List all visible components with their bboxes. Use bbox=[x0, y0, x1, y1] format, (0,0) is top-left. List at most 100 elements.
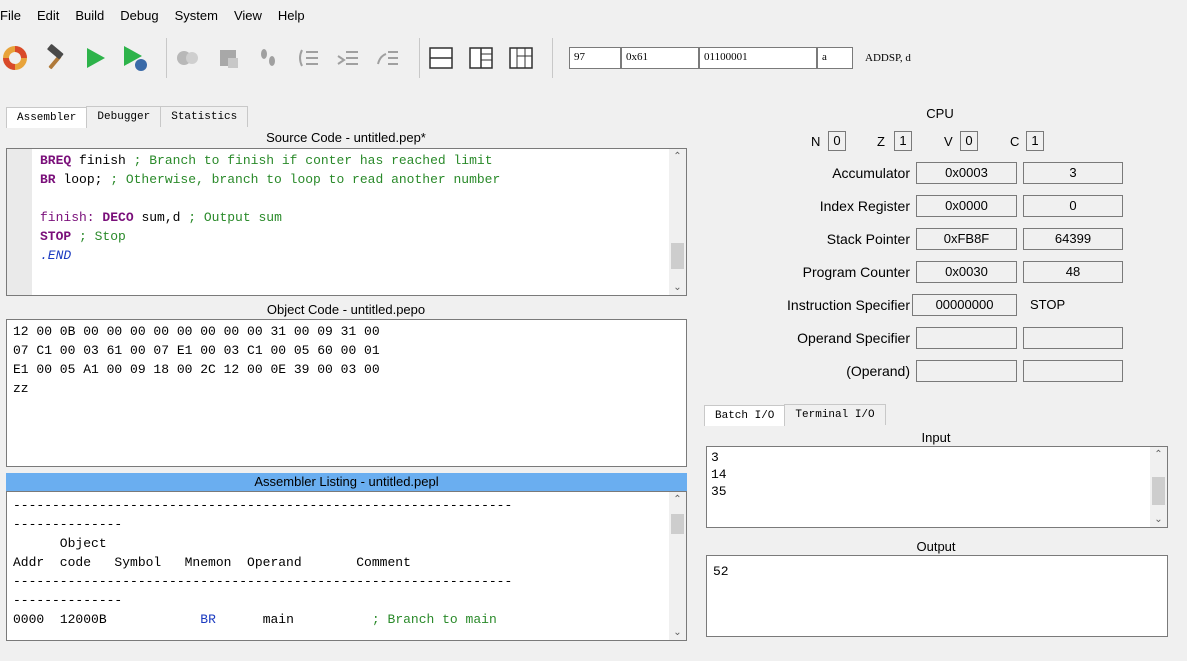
help-lifebuoy-icon[interactable] bbox=[0, 43, 30, 73]
toolbar-separator bbox=[552, 38, 553, 78]
flag-z-checkbox[interactable]: 1 bbox=[894, 131, 912, 151]
layout-triple-icon[interactable] bbox=[506, 43, 536, 73]
index-register-hex: 0x0000 bbox=[916, 195, 1017, 217]
object-line: 07 C1 00 03 61 00 07 E1 00 03 C1 00 05 6… bbox=[13, 343, 380, 358]
flag-c-label: C bbox=[1010, 134, 1020, 149]
flag-n-label: N bbox=[811, 134, 821, 149]
menu-view[interactable]: View bbox=[226, 8, 270, 23]
binary-converter-input[interactable]: 01100001 bbox=[699, 47, 817, 69]
layout-single-icon[interactable] bbox=[426, 43, 456, 73]
tab-statistics[interactable]: Statistics bbox=[160, 106, 249, 127]
tab-batch-io[interactable]: Batch I/O bbox=[704, 405, 786, 426]
source-line: finish: DECO sum,d ; Output sum bbox=[40, 210, 282, 225]
accumulator-label: Accumulator bbox=[832, 165, 910, 181]
input-line: 35 bbox=[711, 484, 727, 499]
menu-file[interactable]: File bbox=[0, 8, 29, 23]
operand-dec bbox=[1023, 360, 1123, 382]
program-counter-label: Program Counter bbox=[802, 264, 910, 280]
scroll-down-icon[interactable]: ⌄ bbox=[669, 627, 686, 638]
layout-split-icon[interactable] bbox=[466, 43, 496, 73]
scroll-thumb[interactable] bbox=[1152, 477, 1165, 505]
debug-start-icon[interactable] bbox=[120, 43, 150, 73]
source-code-editor[interactable]: BREQ finish ; Branch to finish if conter… bbox=[6, 148, 687, 296]
toolbar-separator bbox=[166, 38, 167, 78]
tab-debugger[interactable]: Debugger bbox=[86, 106, 162, 127]
converter-bar: 97 0x61 01100001 a ADDSP, d bbox=[569, 47, 911, 69]
scroll-thumb[interactable] bbox=[671, 243, 684, 269]
menu-bar: File Edit Build Debug System View Help bbox=[0, 0, 1187, 30]
output-line: 52 bbox=[713, 564, 729, 579]
listing-line: -------------- bbox=[13, 593, 123, 608]
listing-row: 0000 12000B BR main ; Branch to main bbox=[13, 612, 497, 627]
source-scrollbar[interactable]: ⌃ ⌄ bbox=[669, 149, 686, 295]
menu-edit[interactable]: Edit bbox=[29, 8, 67, 23]
left-tab-bar: Assembler Debugger Statistics bbox=[6, 106, 249, 128]
menu-help[interactable]: Help bbox=[270, 8, 313, 23]
toolbar-separator bbox=[419, 38, 420, 78]
input-scrollbar[interactable]: ⌃ ⌄ bbox=[1150, 447, 1167, 527]
flag-c-checkbox[interactable]: 1 bbox=[1026, 131, 1044, 151]
listing-line: ----------------------------------------… bbox=[13, 574, 513, 589]
interrupt-icon[interactable] bbox=[213, 43, 243, 73]
input-line: 3 bbox=[711, 450, 719, 465]
stack-pointer-dec: 64399 bbox=[1023, 228, 1123, 250]
operand-label: (Operand) bbox=[846, 363, 910, 379]
batch-input-textarea[interactable]: 3 14 35 ⌃ ⌄ bbox=[706, 446, 1168, 528]
scroll-up-icon[interactable]: ⌃ bbox=[1150, 449, 1167, 460]
run-play-icon[interactable] bbox=[80, 43, 110, 73]
operand-specifier-label: Operand Specifier bbox=[797, 330, 910, 346]
source-line: STOP ; Stop bbox=[40, 229, 126, 244]
input-title: Input bbox=[921, 430, 951, 445]
accumulator-dec: 3 bbox=[1023, 162, 1123, 184]
listing-line: Addr code Symbol Mnemon Operand Comment bbox=[13, 555, 411, 570]
step-over-icon[interactable] bbox=[333, 43, 363, 73]
index-register-label: Index Register bbox=[819, 198, 910, 214]
object-code-editor[interactable]: 12 00 0B 00 00 00 00 00 00 00 00 31 00 0… bbox=[6, 319, 687, 467]
menu-system[interactable]: System bbox=[167, 8, 226, 23]
menu-build[interactable]: Build bbox=[67, 8, 112, 23]
debug-continue-icon[interactable] bbox=[173, 43, 203, 73]
flag-n-checkbox[interactable]: 0 bbox=[828, 131, 846, 151]
object-code-title: Object Code - untitled.pepo bbox=[266, 302, 426, 317]
accumulator-hex: 0x0003 bbox=[916, 162, 1017, 184]
menu-debug[interactable]: Debug bbox=[112, 8, 166, 23]
flag-v-checkbox[interactable]: 0 bbox=[960, 131, 978, 151]
hex-converter-input[interactable]: 0x61 bbox=[621, 47, 699, 69]
step-into-icon[interactable] bbox=[293, 43, 323, 73]
object-line: 12 00 0B 00 00 00 00 00 00 00 00 31 00 0… bbox=[13, 324, 380, 339]
scroll-up-icon[interactable]: ⌃ bbox=[669, 151, 686, 162]
scroll-thumb[interactable] bbox=[671, 514, 684, 534]
tab-assembler[interactable]: Assembler bbox=[6, 107, 88, 128]
listing-line: Object bbox=[13, 536, 107, 551]
assembler-listing-title: Assembler Listing - untitled.pepl bbox=[6, 473, 687, 491]
step-out-icon[interactable] bbox=[373, 43, 403, 73]
object-line: zz bbox=[13, 381, 29, 396]
char-converter-input[interactable]: a bbox=[817, 47, 853, 69]
scroll-down-icon[interactable]: ⌄ bbox=[669, 282, 686, 293]
scroll-up-icon[interactable]: ⌃ bbox=[669, 494, 686, 505]
instruction-specifier-mnemonic: STOP bbox=[1030, 297, 1066, 312]
cpu-title: CPU bbox=[926, 106, 954, 121]
tab-terminal-io[interactable]: Terminal I/O bbox=[784, 404, 886, 425]
object-line: E1 00 05 A1 00 09 18 00 2C 12 00 0E 39 0… bbox=[13, 362, 380, 377]
assembler-listing-view[interactable]: ----------------------------------------… bbox=[6, 491, 687, 641]
listing-line: -------------- bbox=[13, 517, 123, 532]
source-line: .END bbox=[40, 248, 72, 263]
source-line: BR loop; ; Otherwise, branch to loop to … bbox=[40, 172, 501, 187]
program-counter-hex: 0x0030 bbox=[916, 261, 1017, 283]
batch-output-textarea[interactable]: 52 bbox=[706, 555, 1168, 637]
output-title: Output bbox=[916, 539, 956, 554]
line-gutter bbox=[7, 149, 32, 295]
instruction-specifier-bin: 00000000 bbox=[912, 294, 1017, 316]
flag-z-label: Z bbox=[877, 134, 885, 149]
toolbar: 97 0x61 01100001 a ADDSP, d bbox=[0, 32, 1187, 84]
scroll-down-icon[interactable]: ⌄ bbox=[1150, 514, 1167, 525]
flag-v-label: V bbox=[944, 134, 953, 149]
source-line bbox=[40, 189, 500, 208]
listing-scrollbar[interactable]: ⌃ ⌄ bbox=[669, 492, 686, 640]
step-footprints-icon[interactable] bbox=[253, 43, 283, 73]
assemble-hammer-icon[interactable] bbox=[40, 43, 70, 73]
operand-specifier-dec bbox=[1023, 327, 1123, 349]
decimal-converter-input[interactable]: 97 bbox=[569, 47, 621, 69]
stack-pointer-hex: 0xFB8F bbox=[916, 228, 1017, 250]
